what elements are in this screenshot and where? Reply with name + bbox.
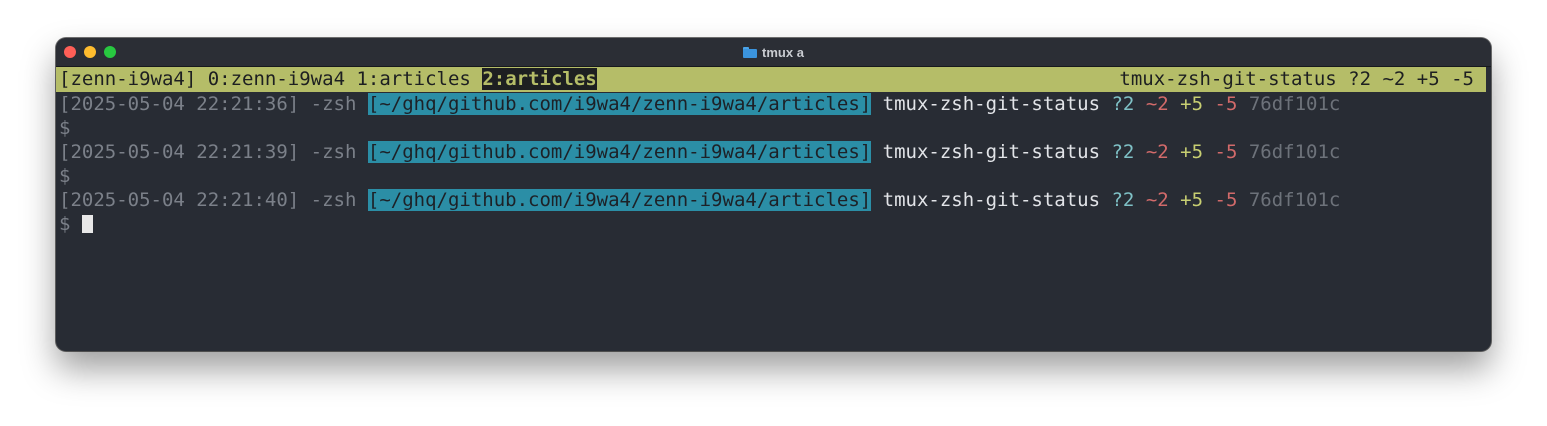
git-deleted: -5 [1214, 93, 1238, 115]
git-untracked: ?2 [1111, 93, 1135, 115]
prompt-timestamp: [2025-05-04 22:21:36] [59, 93, 300, 115]
tmux-window-2-active[interactable]: 2:articles [482, 68, 597, 90]
prompt-path: [~/ghq/github.com/i9wa4/zenn-i9wa4/artic… [367, 141, 872, 163]
git-untracked: ?2 [1111, 189, 1135, 211]
folder-icon [743, 46, 758, 58]
prompt-timestamp: [2025-05-04 22:21:40] [59, 189, 300, 211]
prompt-symbol: $ [59, 117, 71, 139]
prompt-symbol: $ [59, 213, 71, 235]
title-bar[interactable]: tmux a [56, 38, 1491, 67]
prompt-path: [~/ghq/github.com/i9wa4/zenn-i9wa4/artic… [367, 189, 872, 211]
git-modified: ~2 [1145, 189, 1169, 211]
window-title-text: tmux a [762, 44, 804, 60]
git-modified: ~2 [1145, 141, 1169, 163]
tmux-status-bar: [zenn-i9wa4] 0:zenn-i9wa4 1:articles 2:a… [56, 67, 1486, 92]
text-cursor [81, 215, 93, 233]
tmux-status-right: tmux-zsh-git-status ?2 ~2 +5 -5 [1119, 68, 1474, 90]
git-commit: 76df101c [1248, 189, 1341, 211]
git-branch: tmux-zsh-git-status [882, 141, 1101, 163]
git-added: +5 [1180, 189, 1204, 211]
prompt-header-line: [2025-05-04 22:21:39] -zsh [~/ghq/github… [59, 140, 1340, 164]
terminal-output[interactable]: [2025-05-04 22:21:36] -zsh [~/ghq/github… [59, 92, 1340, 236]
prompt-header-line: [2025-05-04 22:21:36] -zsh [~/ghq/github… [59, 92, 1340, 116]
git-deleted: -5 [1214, 141, 1238, 163]
prompt-symbol: $ [59, 165, 71, 187]
git-commit: 76df101c [1248, 93, 1341, 115]
prompt-input-line: $ [59, 116, 1340, 140]
git-added: +5 [1180, 141, 1204, 163]
prompt-shell: -zsh [310, 93, 357, 115]
git-deleted: -5 [1214, 189, 1238, 211]
prompt-shell: -zsh [310, 141, 357, 163]
prompt-path: [~/ghq/github.com/i9wa4/zenn-i9wa4/artic… [367, 93, 872, 115]
prompt-timestamp: [2025-05-04 22:21:39] [59, 141, 300, 163]
prompt-input-line[interactable]: $ [59, 212, 1340, 236]
git-added: +5 [1180, 93, 1204, 115]
git-branch: tmux-zsh-git-status [882, 93, 1101, 115]
prompt-shell: -zsh [310, 189, 357, 211]
prompt-header-line: [2025-05-04 22:21:40] -zsh [~/ghq/github… [59, 188, 1340, 212]
tmux-session-name: [zenn-i9wa4] [59, 68, 197, 90]
git-untracked: ?2 [1111, 141, 1135, 163]
git-commit: 76df101c [1248, 141, 1341, 163]
git-modified: ~2 [1145, 93, 1169, 115]
git-branch: tmux-zsh-git-status [882, 189, 1101, 211]
prompt-input-line: $ [59, 164, 1340, 188]
tmux-window-0[interactable]: 0:zenn-i9wa4 [208, 68, 345, 90]
tmux-window-1[interactable]: 1:articles [356, 68, 470, 90]
window-title: tmux a [56, 38, 1491, 66]
terminal-window: tmux a [zenn-i9wa4] 0:zenn-i9wa4 1:artic… [56, 38, 1491, 351]
